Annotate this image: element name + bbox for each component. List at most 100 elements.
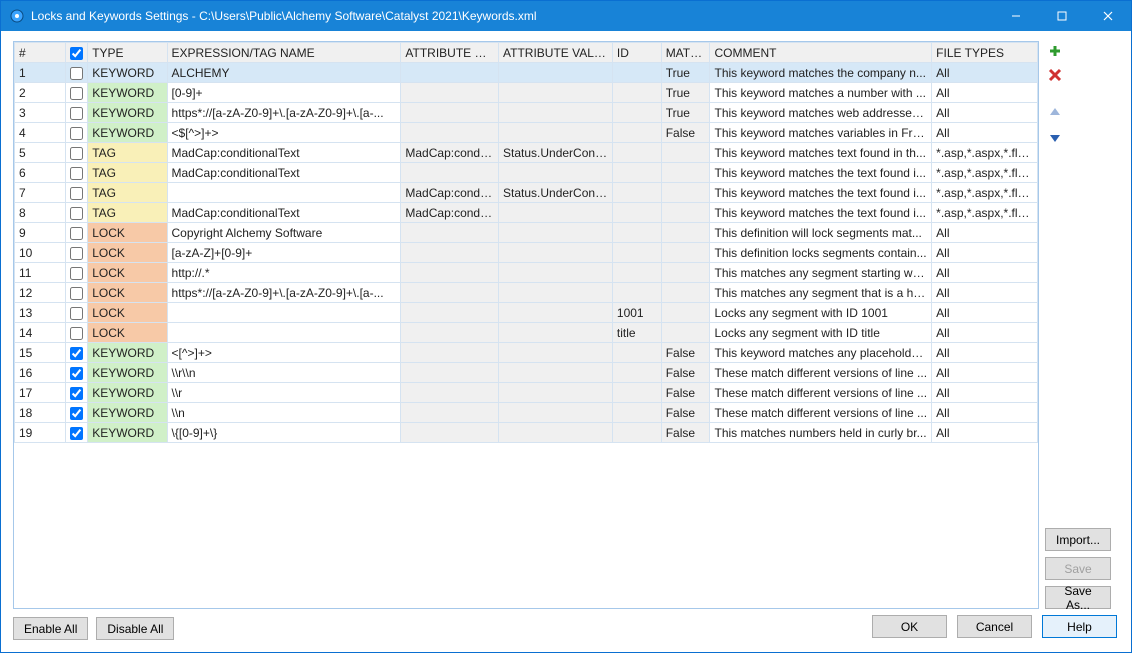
row-checkbox[interactable] — [70, 207, 83, 220]
header-type[interactable]: TYPE — [88, 43, 167, 63]
table-row[interactable]: 13LOCK1001Locks any segment with ID 1001… — [15, 303, 1038, 323]
row-checkbox[interactable] — [70, 127, 83, 140]
cell-num[interactable]: 5 — [15, 143, 66, 163]
cell-filetypes[interactable]: All — [932, 123, 1038, 143]
cell-filetypes[interactable]: All — [932, 363, 1038, 383]
cell-expr[interactable]: MadCap:conditionalText — [167, 143, 401, 163]
cell-expr[interactable]: <$[^>]+> — [167, 123, 401, 143]
cell-match[interactable] — [661, 323, 710, 343]
cell-comment[interactable]: This keyword matches variables in Fra... — [710, 123, 932, 143]
cell-attrval[interactable]: Status.UnderConstr... — [499, 183, 613, 203]
check-all[interactable] — [70, 47, 83, 60]
cell-filetypes[interactable]: All — [932, 283, 1038, 303]
table-row[interactable]: 15KEYWORD<[^>]+>FalseThis keyword matche… — [15, 343, 1038, 363]
cell-id[interactable] — [612, 423, 661, 443]
row-checkbox[interactable] — [70, 247, 83, 260]
table-row[interactable]: 9LOCKCopyright Alchemy Software This def… — [15, 223, 1038, 243]
header-attrval[interactable]: ATTRIBUTE VALUE — [499, 43, 613, 63]
cell-check[interactable] — [65, 143, 87, 163]
cell-attrname[interactable] — [401, 403, 499, 423]
cell-expr[interactable]: http://.* — [167, 263, 401, 283]
cell-type[interactable]: KEYWORD — [88, 63, 167, 83]
cell-check[interactable] — [65, 83, 87, 103]
cell-check[interactable] — [65, 163, 87, 183]
cell-match[interactable] — [661, 243, 710, 263]
row-checkbox[interactable] — [70, 367, 83, 380]
cell-expr[interactable]: ALCHEMY — [167, 63, 401, 83]
header-row[interactable]: # TYPE EXPRESSION/TAG NAME ATTRIBUTE NA.… — [15, 43, 1038, 63]
cell-expr[interactable]: https*://[a-zA-Z0-9]+\.[a-zA-Z0-9]+\.[a-… — [167, 283, 401, 303]
cell-comment[interactable]: This keyword matches a number with ... — [710, 83, 932, 103]
row-checkbox[interactable] — [70, 327, 83, 340]
table-row[interactable]: 8TAGMadCap:conditionalTextMadCap:condit.… — [15, 203, 1038, 223]
cell-type[interactable]: KEYWORD — [88, 83, 167, 103]
disable-all-button[interactable]: Disable All — [96, 617, 174, 640]
cell-filetypes[interactable]: All — [932, 383, 1038, 403]
cell-match[interactable] — [661, 303, 710, 323]
cell-type[interactable]: LOCK — [88, 223, 167, 243]
cell-attrval[interactable] — [499, 343, 613, 363]
cell-id[interactable] — [612, 283, 661, 303]
cell-type[interactable]: KEYWORD — [88, 123, 167, 143]
row-checkbox[interactable] — [70, 107, 83, 120]
cell-id[interactable] — [612, 63, 661, 83]
cell-filetypes[interactable]: *.asp,*.aspx,*.flms... — [932, 163, 1038, 183]
grid[interactable]: # TYPE EXPRESSION/TAG NAME ATTRIBUTE NA.… — [13, 41, 1039, 609]
cell-id[interactable] — [612, 363, 661, 383]
cell-type[interactable]: KEYWORD — [88, 363, 167, 383]
cell-match[interactable]: True — [661, 103, 710, 123]
ok-button[interactable]: OK — [872, 615, 947, 638]
row-checkbox[interactable] — [70, 407, 83, 420]
cell-comment[interactable]: This matches numbers held in curly br... — [710, 423, 932, 443]
cell-type[interactable]: LOCK — [88, 283, 167, 303]
cell-check[interactable] — [65, 183, 87, 203]
table-row[interactable]: 14LOCKtitleLocks any segment with ID tit… — [15, 323, 1038, 343]
header-comment[interactable]: COMMENT — [710, 43, 932, 63]
cell-num[interactable]: 1 — [15, 63, 66, 83]
cell-check[interactable] — [65, 423, 87, 443]
cell-attrname[interactable] — [401, 383, 499, 403]
row-checkbox[interactable] — [70, 287, 83, 300]
cell-match[interactable]: False — [661, 403, 710, 423]
row-checkbox[interactable] — [70, 147, 83, 160]
cell-check[interactable] — [65, 63, 87, 83]
header-match[interactable]: MATC... — [661, 43, 710, 63]
cell-match[interactable] — [661, 283, 710, 303]
help-button[interactable]: Help — [1042, 615, 1117, 638]
cell-attrval[interactable] — [499, 123, 613, 143]
cell-match[interactable] — [661, 203, 710, 223]
cell-attrval[interactable] — [499, 243, 613, 263]
cell-attrname[interactable] — [401, 323, 499, 343]
cell-expr[interactable] — [167, 183, 401, 203]
cell-num[interactable]: 10 — [15, 243, 66, 263]
cell-comment[interactable]: This keyword matches the text found i... — [710, 183, 932, 203]
cell-comment[interactable]: This keyword matches the text found i... — [710, 163, 932, 183]
cell-check[interactable] — [65, 203, 87, 223]
cell-match[interactable] — [661, 263, 710, 283]
header-checkall[interactable] — [65, 43, 87, 63]
cell-num[interactable]: 15 — [15, 343, 66, 363]
cell-match[interactable]: True — [661, 63, 710, 83]
cell-type[interactable]: KEYWORD — [88, 103, 167, 123]
cell-attrname[interactable] — [401, 303, 499, 323]
cell-attrval[interactable] — [499, 383, 613, 403]
cell-id[interactable] — [612, 403, 661, 423]
cell-attrname[interactable]: MadCap:condit... — [401, 183, 499, 203]
row-checkbox[interactable] — [70, 307, 83, 320]
cell-num[interactable]: 7 — [15, 183, 66, 203]
cell-expr[interactable]: \\r\\n — [167, 363, 401, 383]
cell-check[interactable] — [65, 363, 87, 383]
cell-comment[interactable]: This keyword matches text found in th... — [710, 143, 932, 163]
save-as-button[interactable]: Save As... — [1045, 586, 1111, 609]
cell-filetypes[interactable]: All — [932, 303, 1038, 323]
cell-type[interactable]: KEYWORD — [88, 383, 167, 403]
cell-type[interactable]: TAG — [88, 163, 167, 183]
row-checkbox[interactable] — [70, 267, 83, 280]
cell-type[interactable]: KEYWORD — [88, 423, 167, 443]
cell-expr[interactable]: Copyright Alchemy Software — [167, 223, 401, 243]
cell-expr[interactable]: MadCap:conditionalText — [167, 203, 401, 223]
row-checkbox[interactable] — [70, 187, 83, 200]
cell-check[interactable] — [65, 303, 87, 323]
table-row[interactable]: 12LOCKhttps*://[a-zA-Z0-9]+\.[a-zA-Z0-9]… — [15, 283, 1038, 303]
table-row[interactable]: 5TAGMadCap:conditionalTextMadCap:condit.… — [15, 143, 1038, 163]
